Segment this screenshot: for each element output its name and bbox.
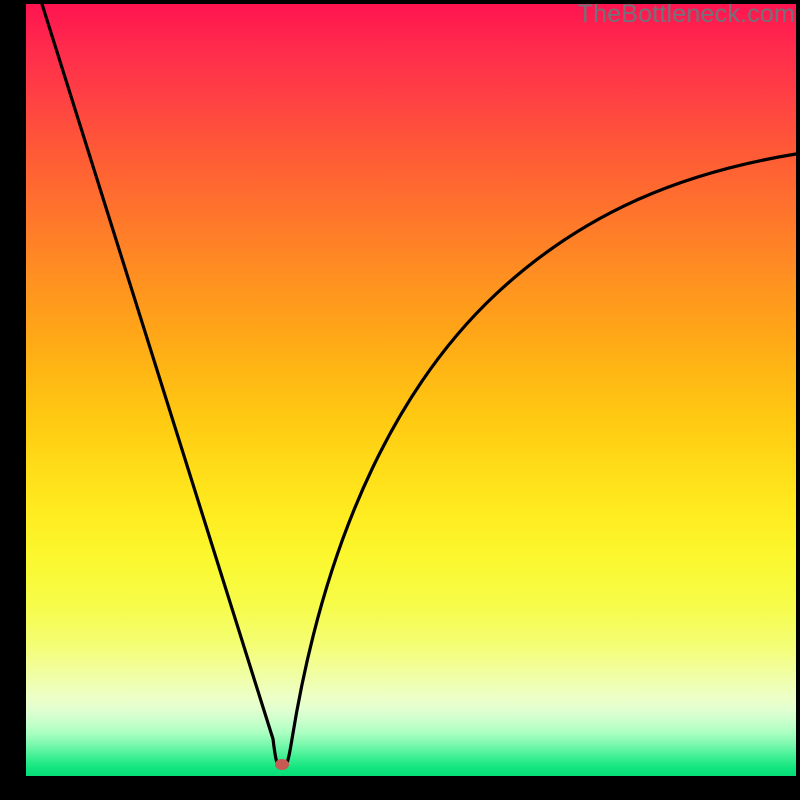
curve-path xyxy=(42,4,796,764)
bottleneck-curve xyxy=(26,4,796,776)
chart-frame: TheBottleneck.com xyxy=(0,0,800,800)
watermark-text: TheBottleneck.com xyxy=(578,0,795,29)
optimum-marker xyxy=(275,759,289,770)
plot-area xyxy=(26,4,796,776)
